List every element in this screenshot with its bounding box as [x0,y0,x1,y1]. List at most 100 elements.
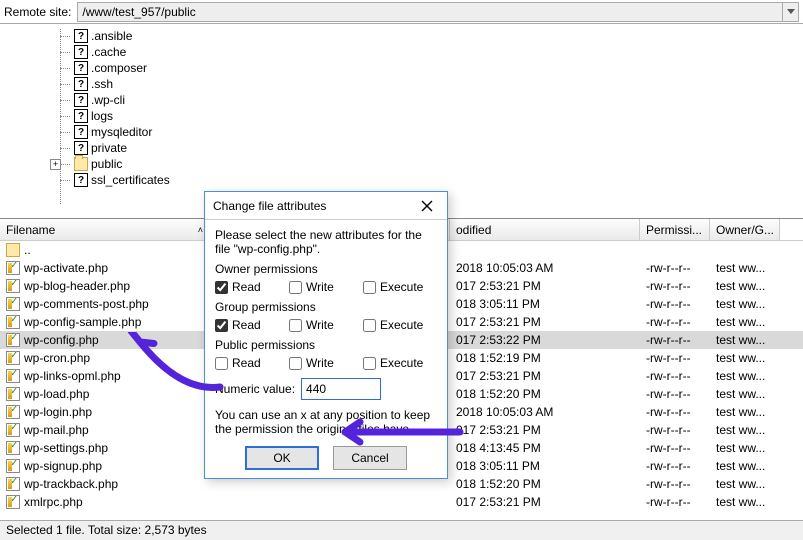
file-owner: test ww... [710,441,780,455]
public-read-checkbox[interactable]: Read [215,356,289,370]
php-file-icon [6,279,20,293]
tree-item[interactable]: ?ssl_certificates [74,172,803,188]
column-modified[interactable]: odified [450,219,640,240]
unknown-folder-icon: ? [74,93,88,107]
owner-execute-checkbox[interactable]: Execute [363,280,437,294]
tree-item[interactable]: ?mysqleditor [74,124,803,140]
file-owner: test ww... [710,369,780,383]
ok-button[interactable]: OK [245,446,319,470]
remote-path-input[interactable] [77,2,783,22]
tree-item[interactable]: +public [74,156,803,172]
tree-item-label: private [91,141,127,155]
remote-tree[interactable]: ?.ansible?.cache?.composer?.ssh?.wp-cli?… [0,24,803,219]
file-name: wp-mail.php [24,423,89,437]
file-name: wp-activate.php [24,261,108,275]
public-execute-checkbox[interactable]: Execute [363,356,437,370]
group-permissions-label: Group permissions [215,300,437,314]
file-name: wp-config.php [24,333,99,347]
file-modified: 018 3:05:11 PM [450,297,640,311]
close-icon[interactable] [415,194,439,218]
tree-item-label: .ssh [91,77,113,91]
file-modified: 017 2:53:21 PM [450,279,640,293]
file-owner: test ww... [710,423,780,437]
file-modified: 018 1:52:19 PM [450,351,640,365]
remote-path-dropdown[interactable] [783,2,799,22]
tree-item[interactable]: ?private [74,140,803,156]
file-modified: 018 1:52:20 PM [450,387,640,401]
php-file-icon [6,369,20,383]
group-read-checkbox[interactable]: Read [215,318,289,332]
dialog-titlebar[interactable]: Change file attributes [205,192,447,220]
file-name: wp-comments-post.php [24,297,149,311]
file-owner: test ww... [710,387,780,401]
php-file-icon [6,405,20,419]
column-filename[interactable]: Filename ˄ [0,219,210,240]
file-permissions: -rw-r--r-- [640,423,710,437]
php-file-icon [6,423,20,437]
unknown-folder-icon: ? [74,173,88,187]
group-write-checkbox[interactable]: Write [289,318,363,332]
file-permissions: -rw-r--r-- [640,261,710,275]
file-owner: test ww... [710,315,780,329]
file-owner: test ww... [710,333,780,347]
column-filename-label: Filename [6,223,55,237]
tree-item-label: ssl_certificates [91,173,170,187]
file-permissions: -rw-r--r-- [640,369,710,383]
file-permissions: -rw-r--r-- [640,351,710,365]
unknown-folder-icon: ? [74,45,88,59]
file-owner: test ww... [710,279,780,293]
file-name: wp-cron.php [24,351,90,365]
column-owner[interactable]: Owner/G... [710,219,780,240]
file-name: wp-config-sample.php [24,315,141,329]
tree-item-label: mysqleditor [91,125,152,139]
group-execute-checkbox[interactable]: Execute [363,318,437,332]
tree-item[interactable]: ?.ssh [74,76,803,92]
file-name: wp-links-opml.php [24,369,121,383]
file-modified: 018 1:52:20 PM [450,477,640,491]
php-file-icon [6,351,20,365]
numeric-value-label: Numeric value: [215,382,295,396]
tree-item-label: public [91,157,122,171]
php-file-icon [6,315,20,329]
tree-item[interactable]: ?.cache [74,44,803,60]
file-owner: test ww... [710,351,780,365]
column-permissions[interactable]: Permissi... [640,219,710,240]
cancel-button[interactable]: Cancel [333,446,407,470]
public-write-checkbox[interactable]: Write [289,356,363,370]
file-name: wp-settings.php [24,441,108,455]
tree-item[interactable]: ?.wp-cli [74,92,803,108]
file-permissions: -rw-r--r-- [640,387,710,401]
tree-item[interactable]: ?logs [74,108,803,124]
owner-write-checkbox[interactable]: Write [289,280,363,294]
unknown-folder-icon: ? [74,61,88,75]
file-modified: 017 2:53:21 PM [450,315,640,329]
file-permissions: -rw-r--r-- [640,477,710,491]
owner-read-checkbox[interactable]: Read [215,280,289,294]
remote-site-bar: Remote site: [0,0,803,24]
file-name: wp-load.php [24,387,89,401]
tree-item[interactable]: ?.composer [74,60,803,76]
expander-icon[interactable]: + [50,159,61,170]
php-file-icon [6,261,20,275]
tree-item[interactable]: ?.ansible [74,28,803,44]
unknown-folder-icon: ? [74,77,88,91]
file-modified: 017 2:53:21 PM [450,423,640,437]
remote-site-label: Remote site: [4,5,77,19]
public-permissions-label: Public permissions [215,338,437,352]
file-permissions: -rw-r--r-- [640,441,710,455]
owner-permissions-label: Owner permissions [215,262,437,276]
file-owner: test ww... [710,405,780,419]
file-row[interactable]: xmlrpc.php017 2:53:21 PM-rw-r--r--test w… [0,493,803,511]
status-bar: Selected 1 file. Total size: 2,573 bytes [0,520,803,540]
unknown-folder-icon: ? [74,125,88,139]
file-name: wp-signup.php [24,459,102,473]
file-permissions: -rw-r--r-- [640,279,710,293]
file-name: wp-trackback.php [24,477,118,491]
php-file-icon [6,477,20,491]
parent-folder-icon [6,243,20,257]
numeric-value-input[interactable] [301,378,381,400]
file-modified: 018 3:05:11 PM [450,459,640,473]
php-file-icon [6,459,20,473]
file-permissions: -rw-r--r-- [640,405,710,419]
file-owner: test ww... [710,261,780,275]
